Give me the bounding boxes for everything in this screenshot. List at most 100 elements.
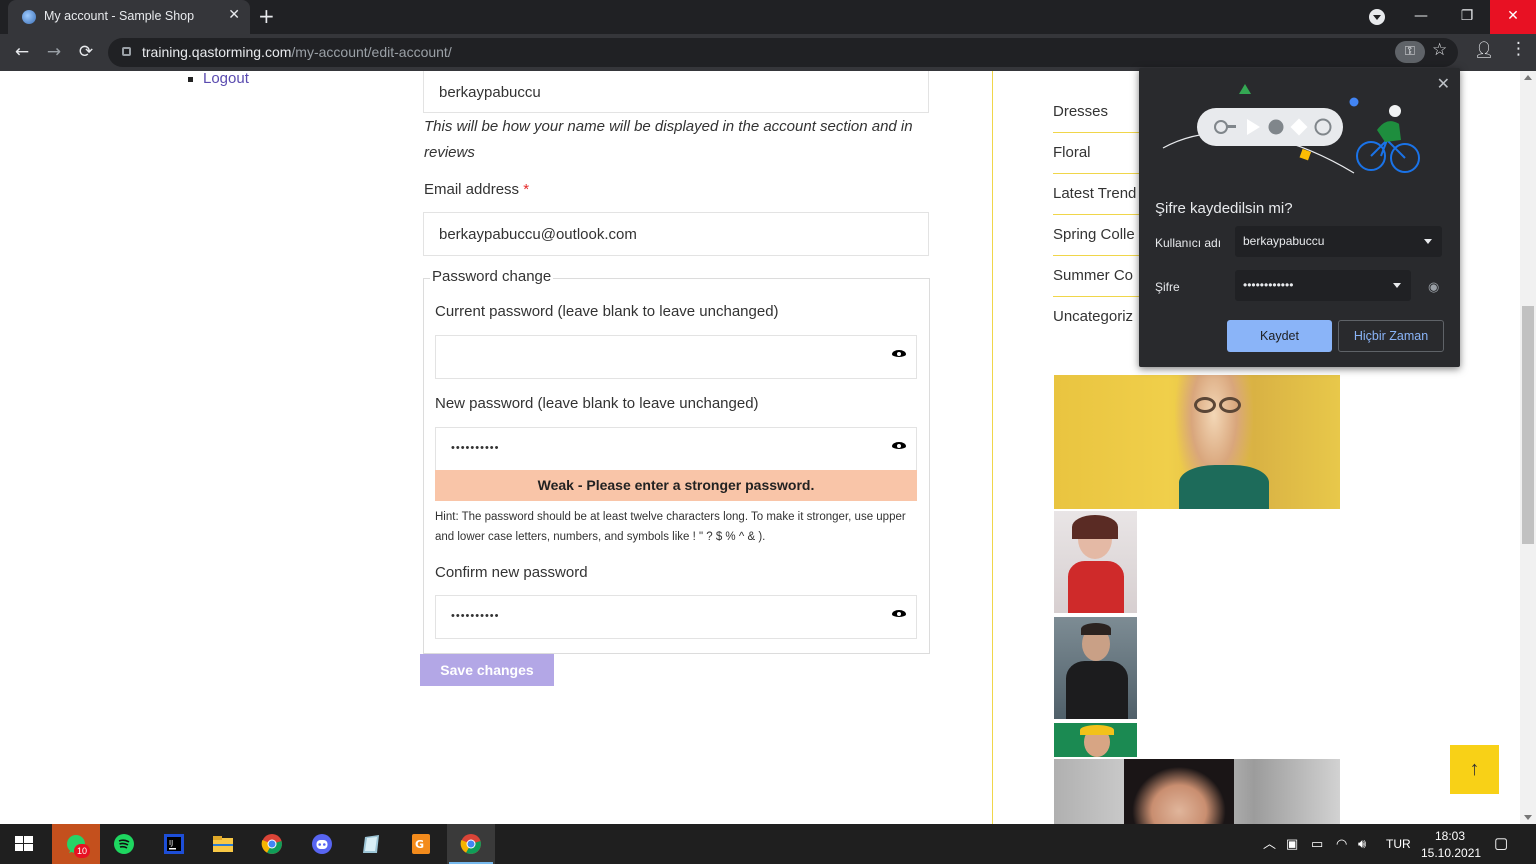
back-arrow-icon[interactable]: ← xyxy=(10,40,34,64)
category-link[interactable]: Dresses xyxy=(1053,103,1108,120)
current-password-input[interactable] xyxy=(435,335,917,379)
product-image[interactable] xyxy=(1054,511,1137,613)
dropdown-arrow-icon xyxy=(1424,239,1432,244)
windows-start-icon[interactable] xyxy=(0,824,48,864)
wifi-icon[interactable]: ◠ xyxy=(1336,824,1347,864)
dropdown-arrow-icon xyxy=(1393,283,1401,288)
tab-title: My account - Sample Shop xyxy=(44,9,195,23)
tab-close-icon[interactable]: ✕ xyxy=(228,7,240,23)
display-name-hint: This will be how your name will be displ… xyxy=(424,118,913,161)
whatsapp-icon[interactable]: 10 xyxy=(52,824,100,864)
product-image[interactable] xyxy=(1054,375,1340,509)
category-link[interactable]: Uncategoriz xyxy=(1053,308,1133,325)
category-divider xyxy=(1053,173,1143,174)
forward-arrow-icon[interactable]: → xyxy=(42,40,66,64)
password-legend: Password change xyxy=(430,268,554,285)
restore-button[interactable]: ❐ xyxy=(1444,0,1490,34)
battery-icon[interactable]: ▭ xyxy=(1311,824,1323,864)
notification-center-icon[interactable]: ▢ xyxy=(1494,824,1508,864)
page-scrollbar[interactable] xyxy=(1520,71,1536,824)
reveal-password-eye-icon[interactable]: ◉ xyxy=(1428,279,1439,295)
category-link[interactable]: Latest Trend xyxy=(1053,185,1136,202)
password-strength-meter: Weak - Please enter a stronger password. xyxy=(435,470,917,501)
category-divider xyxy=(1053,214,1143,215)
new-password-input[interactable]: •••••••••• xyxy=(435,427,917,471)
email-field[interactable]: berkaypabuccu@outlook.com xyxy=(423,212,929,256)
notebook-app-icon[interactable] xyxy=(347,824,395,864)
confirm-password-input[interactable]: •••••••••• xyxy=(435,595,917,639)
current-password-label: Current password (leave blank to leave u… xyxy=(435,303,779,320)
intellij-icon[interactable]: IJ xyxy=(150,824,198,864)
discord-icon[interactable] xyxy=(298,824,346,864)
logout-link[interactable]: Logout xyxy=(203,71,249,87)
password-select[interactable]: •••••••••••• xyxy=(1235,270,1411,301)
scroll-to-top-button[interactable]: ↑ xyxy=(1450,745,1499,794)
username-value: berkaypabuccu xyxy=(1243,234,1325,248)
volume-icon[interactable]: 🔊︎ xyxy=(1358,824,1366,864)
spotify-icon[interactable] xyxy=(100,824,148,864)
scrollbar-thumb[interactable] xyxy=(1522,306,1534,544)
display-name-value: berkaypabuccu xyxy=(439,84,541,101)
save-changes-button[interactable]: Save changes xyxy=(420,654,554,686)
confirm-password-value: •••••••••• xyxy=(451,610,500,622)
site-favicon-icon xyxy=(22,10,36,24)
input-language[interactable]: TUR xyxy=(1386,824,1411,864)
pdf-app-icon[interactable]: G xyxy=(397,824,445,864)
product-image[interactable] xyxy=(1054,759,1340,824)
category-link[interactable]: Summer Co xyxy=(1053,267,1133,284)
username-label: Kullanıcı adı xyxy=(1155,236,1222,250)
lock-icon xyxy=(122,47,131,56)
address-bar[interactable]: training.qastorming.com/my-account/edit-… xyxy=(108,38,1458,67)
product-image[interactable] xyxy=(1054,617,1137,719)
key-icon[interactable]: ⚿ xyxy=(1395,41,1425,63)
menu-kebab-icon[interactable]: ⋮ xyxy=(1510,39,1527,59)
save-password-dialog: ✕ Şifre kaydedilsin mi? Kullanıcı adı be… xyxy=(1139,68,1460,367)
password-illustration xyxy=(1162,84,1420,174)
window-close-button[interactable]: ✕ xyxy=(1490,0,1536,34)
display-name-input[interactable]: berkaypabuccu xyxy=(423,71,929,113)
category-link[interactable]: Spring Colle xyxy=(1053,226,1135,243)
username-select[interactable]: berkaypabuccu xyxy=(1235,226,1442,257)
category-link[interactable]: Floral xyxy=(1053,144,1091,161)
required-mark: * xyxy=(523,181,530,198)
show-hidden-icons-chevron-icon[interactable]: ︿ xyxy=(1263,824,1276,864)
category-divider xyxy=(1053,296,1143,297)
dialog-title: Şifre kaydedilsin mi? xyxy=(1155,200,1293,217)
never-save-button[interactable]: Hiçbir Zaman xyxy=(1338,320,1444,352)
product-image[interactable] xyxy=(1054,723,1137,757)
category-divider xyxy=(1053,132,1143,133)
password-value: •••••••••••• xyxy=(1243,278,1294,292)
new-tab-button[interactable]: + xyxy=(258,4,275,28)
windows-taskbar: 10 IJ G ︿ ▣ ▭ ◠ 🔊︎ TUR 18:03 15.10.2021 … xyxy=(0,824,1536,864)
browser-tab[interactable]: My account - Sample Shop ✕ xyxy=(8,0,250,34)
scroll-up-arrow-icon[interactable] xyxy=(1524,75,1532,80)
show-password-eye-icon[interactable] xyxy=(892,608,906,618)
notification-badge: 10 xyxy=(74,844,90,858)
scroll-down-arrow-icon[interactable] xyxy=(1524,815,1532,820)
file-explorer-icon[interactable] xyxy=(199,824,247,864)
password-label: Şifre xyxy=(1155,280,1180,294)
save-password-button[interactable]: Kaydet xyxy=(1227,320,1332,352)
tab-search-icon[interactable] xyxy=(1369,9,1385,25)
new-password-label: New password (leave blank to leave uncha… xyxy=(435,395,759,412)
reload-icon[interactable]: ⟳ xyxy=(74,40,98,64)
show-password-eye-icon[interactable] xyxy=(892,440,906,450)
chrome-active-icon[interactable] xyxy=(447,824,495,864)
confirm-password-label: Confirm new password xyxy=(435,564,588,581)
device-tray-icon[interactable]: ▣ xyxy=(1286,824,1298,864)
sidebar-divider xyxy=(992,71,993,824)
chrome-icon[interactable] xyxy=(248,824,296,864)
list-bullet xyxy=(188,77,193,82)
svg-text:IJ: IJ xyxy=(169,839,173,847)
minimize-button[interactable]: — xyxy=(1398,0,1444,34)
profile-icon[interactable]: 👤︎ xyxy=(1474,40,1494,59)
email-value: berkaypabuccu@outlook.com xyxy=(439,226,637,243)
password-hint: Hint: The password should be at least tw… xyxy=(435,511,906,543)
browser-toolbar: ← → ⟳ training.qastorming.com/my-account… xyxy=(0,34,1536,71)
svg-text:G: G xyxy=(415,838,424,851)
clock-time[interactable]: 18:03 xyxy=(1435,829,1465,843)
bookmark-star-icon[interactable]: ☆ xyxy=(1432,40,1447,60)
show-password-eye-icon[interactable] xyxy=(892,348,906,358)
category-divider xyxy=(1053,255,1143,256)
clock-date[interactable]: 15.10.2021 xyxy=(1421,846,1481,860)
